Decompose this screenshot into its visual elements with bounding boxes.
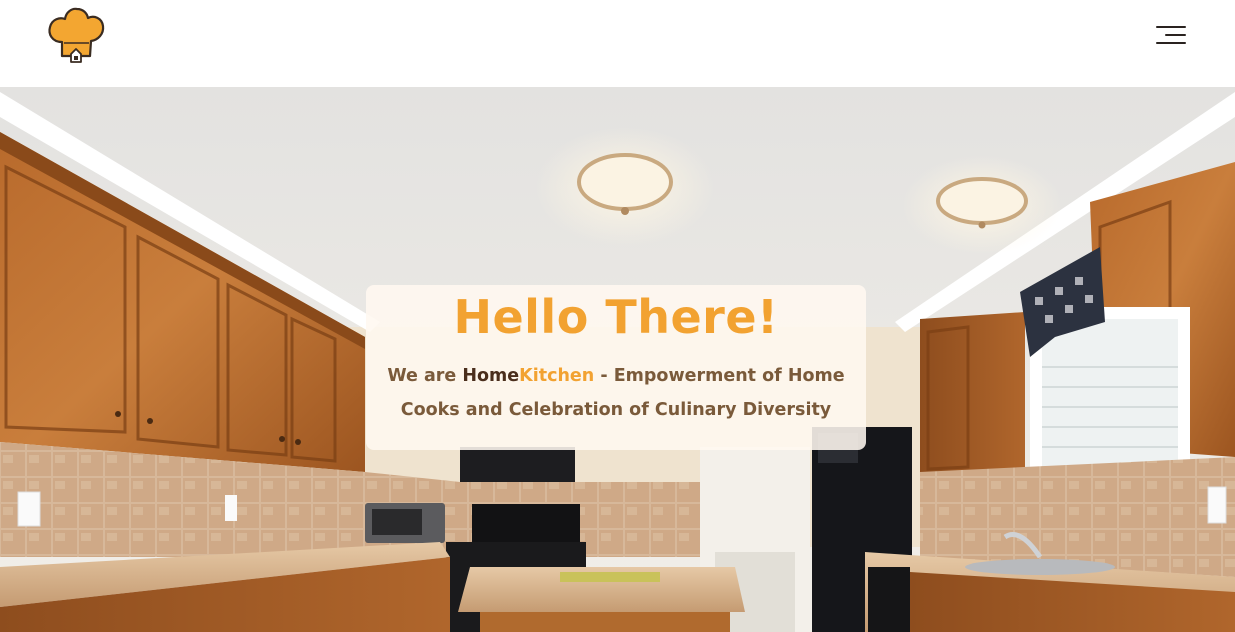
menu-line — [1165, 34, 1186, 36]
chef-hat-house-icon[interactable] — [46, 6, 106, 64]
menu-line — [1156, 42, 1186, 44]
hero-intro-text: We are HomeKitchen - Empowerment of Home… — [386, 359, 846, 427]
hamburger-menu-icon[interactable] — [1150, 22, 1192, 50]
intro-prefix: We are — [387, 366, 463, 386]
brand-name-home: Home — [462, 366, 520, 386]
menu-line — [1156, 26, 1186, 28]
welcome-card: Hello There! We are HomeKitchen - Empowe… — [366, 285, 866, 450]
hero-title: Hello There! — [453, 290, 779, 344]
hero-section: Hello There! We are HomeKitchen - Empowe… — [0, 87, 1235, 632]
site-header — [0, 0, 1235, 87]
brand-name-kitchen: Kitchen — [519, 366, 595, 386]
